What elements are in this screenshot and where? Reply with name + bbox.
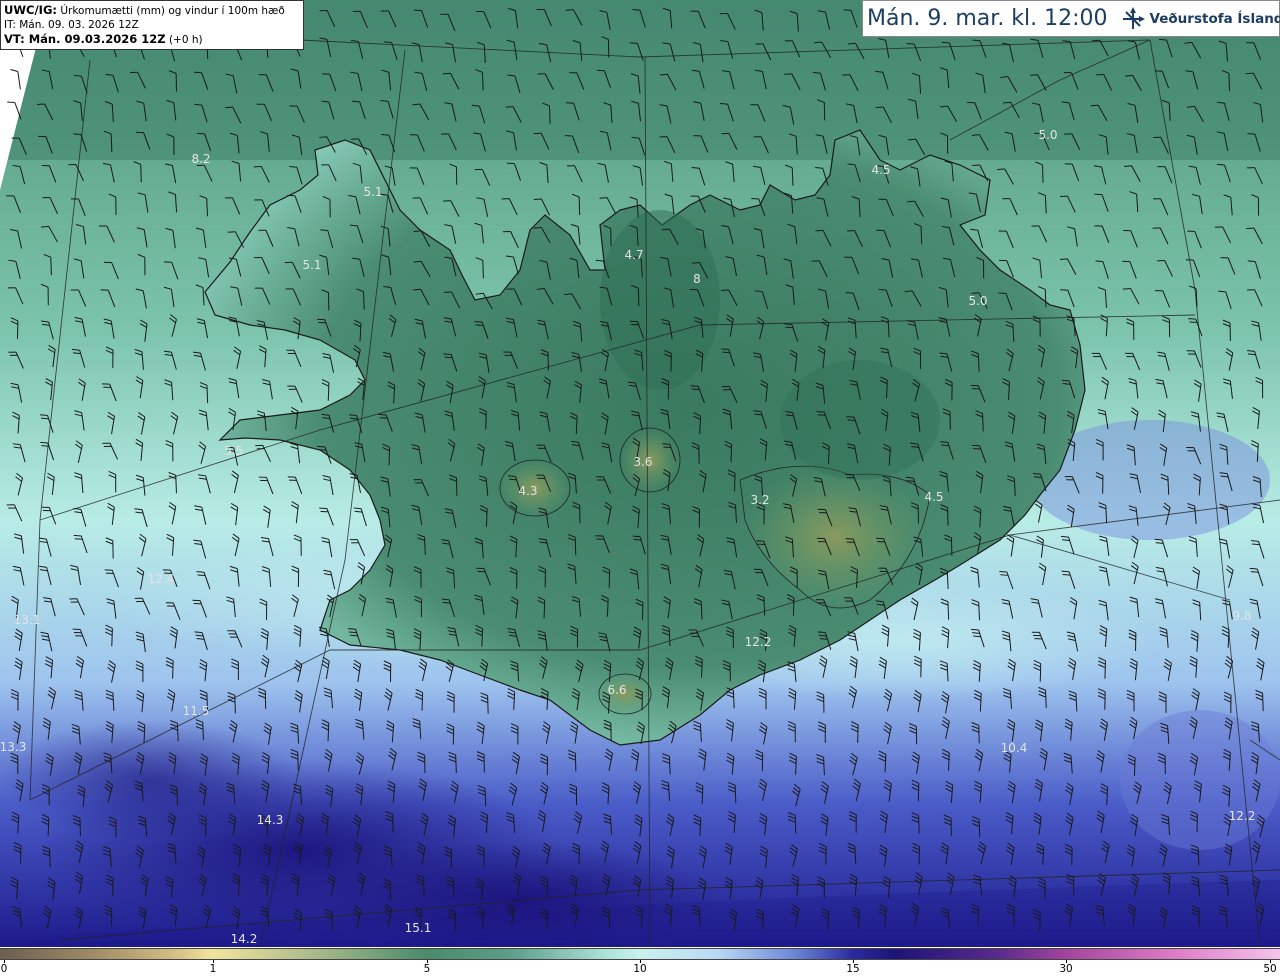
value-label: 3.6 [633, 455, 652, 469]
value-label: 4.5 [871, 163, 890, 177]
value-label: 9.8 [1232, 609, 1251, 623]
colorbar-tick-label: 30 [1059, 963, 1073, 975]
snowflake-icon [1122, 6, 1145, 29]
value-label: 14.2 [231, 932, 258, 946]
precipitation-map: 5.0 4.5 8.2 5.1 4.7 8 5.1 5.0 5.5 3.6 4.3 3.2 4.5 12.… [0, 0, 1280, 947]
vedurstofa-logo[interactable]: Veðurstofa Íslands [1120, 6, 1280, 32]
value-label: 10.4 [1001, 741, 1028, 755]
colorbar: 0 1 5 10 15 30 50 [0, 947, 1280, 978]
value-label: 14.3 [257, 813, 284, 827]
value-label: 5.0 [1038, 128, 1057, 142]
value-label: 6.6 [607, 683, 626, 697]
info-line-1: UWC/IG: Úrkomumætti (mm) og vindur í 100… [4, 3, 300, 18]
value-label: 5.0 [968, 294, 987, 308]
title-box: Mán. 9. mar. kl. 12:00 Veðurstofa Ísland… [862, 0, 1280, 37]
value-label: 12.2 [745, 635, 772, 649]
value-label: 5.5 [224, 444, 243, 458]
value-label: 4.5 [924, 490, 943, 504]
valid-time: VT: Mán. 09.03.2026 12Z [4, 32, 166, 46]
issue-time: IT: Mán. 09. 03. 2026 12Z [4, 19, 139, 31]
model-name: UWC/IG: [4, 3, 57, 17]
map-title: Mán. 9. mar. kl. 12:00 [867, 6, 1108, 31]
colorbar-tick-label: 5 [423, 963, 431, 975]
value-label: 13.1 [14, 613, 41, 627]
colorbar-tick-label: 15 [846, 963, 860, 975]
value-label: 12.4 [148, 572, 175, 586]
colorbar-tick-label: 50 [1263, 963, 1277, 975]
value-label: 5.1 [302, 258, 321, 272]
field-description: Úrkomumætti (mm) og vindur í 100m hæð [60, 5, 285, 17]
value-label: 4.7 [624, 248, 643, 262]
colorbar-tick-label: 10 [633, 963, 647, 975]
colorbar-gradient [0, 948, 1280, 960]
value-label: 3.2 [750, 493, 769, 507]
info-box: UWC/IG: Úrkomumætti (mm) og vindur í 100… [0, 0, 304, 50]
value-label: 8 [693, 272, 701, 286]
value-label: 15.1 [405, 921, 432, 935]
value-label: 5.1 [363, 185, 382, 199]
value-label: 11.5 [183, 704, 210, 718]
forecast-offset: (+0 h) [168, 34, 203, 46]
map-view: 5.0 4.5 8.2 5.1 4.7 8 5.1 5.0 5.5 3.6 4.3 3.2 4.5 12.… [0, 0, 1280, 978]
colorbar-tick-label: 0 [0, 963, 8, 975]
valid-time-line: VT: Mán. 09.03.2026 12Z (+0 h) [4, 32, 300, 47]
value-label: 8.2 [191, 152, 210, 166]
value-label: 13.3 [0, 740, 26, 754]
colorbar-tick-label: 1 [209, 963, 217, 975]
value-label: 12.2 [1229, 809, 1256, 823]
logo-text: Veðurstofa Íslands [1149, 10, 1280, 27]
value-label: 4.3 [518, 484, 537, 498]
